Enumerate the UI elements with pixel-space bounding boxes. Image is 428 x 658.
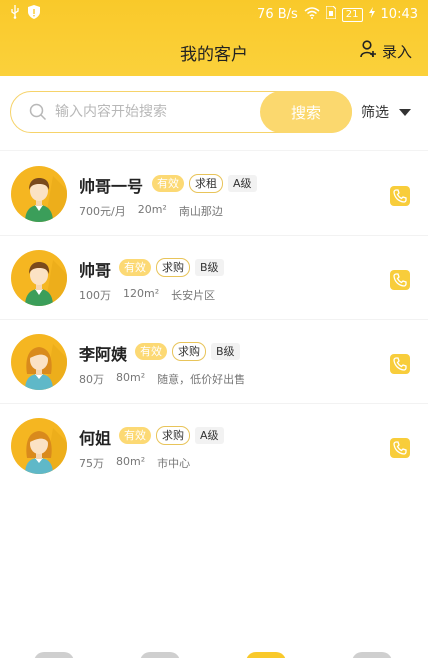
level-badge: A级	[228, 175, 257, 192]
phone-icon[interactable]	[390, 270, 410, 290]
female-avatar-icon	[11, 334, 67, 390]
customer-row[interactable]: 何姐 有效 求购 A级 75万 80m² 市中心	[0, 404, 428, 488]
charging-icon	[368, 7, 375, 22]
area-text: 120m²	[123, 287, 160, 300]
phone-icon[interactable]	[390, 354, 410, 374]
type-badge: 求租	[189, 174, 223, 193]
search-button[interactable]: 搜索	[260, 91, 352, 133]
location-text: 长安片区	[171, 289, 216, 302]
record-label: 录入	[381, 42, 412, 61]
customer-name: 何姐	[79, 429, 112, 448]
divider	[0, 150, 428, 151]
search-bar: 搜索	[10, 91, 352, 133]
record-button[interactable]: 录入	[360, 40, 412, 62]
status-badge: 有效	[119, 427, 151, 444]
level-badge: B级	[195, 259, 224, 276]
nav-tab-1[interactable]	[34, 652, 74, 658]
customer-list: 帅哥一号 有效 求租 A级 700元/月 20m² 南山那边 帅哥 有效 求购 …	[0, 152, 428, 488]
nav-tab-2[interactable]	[140, 652, 180, 658]
status-badge: 有效	[135, 343, 167, 360]
customer-name: 帅哥一号	[79, 177, 144, 196]
customer-name: 李阿姨	[79, 345, 128, 364]
price-text: 100万	[79, 289, 111, 302]
status-badge: 有效	[119, 259, 151, 276]
add-user-icon	[360, 40, 378, 62]
status-badge: 有效	[152, 175, 184, 192]
customer-row[interactable]: 帅哥一号 有效 求租 A级 700元/月 20m² 南山那边	[0, 152, 428, 236]
location-text: 市中心	[157, 457, 191, 470]
bottom-nav	[0, 648, 428, 658]
status-bar: 76 B/s 21 10:43	[0, 0, 428, 28]
battery-indicator: 21	[341, 7, 363, 22]
location-text: 随意，低价好出售	[157, 373, 246, 386]
phone-icon[interactable]	[390, 186, 410, 206]
net-speed: 76 B/s	[257, 7, 298, 22]
price-text: 700元/月	[79, 205, 126, 218]
wifi-icon	[304, 6, 320, 23]
app-header: 76 B/s 21 10:43 我的客户 录入	[0, 0, 428, 76]
sim-icon	[325, 5, 337, 23]
type-badge: 求购	[156, 258, 190, 277]
filter-label: 筛选	[361, 105, 389, 121]
nav-tab-3[interactable]	[246, 652, 286, 658]
shield-icon	[28, 5, 40, 23]
clock-time: 10:43	[380, 7, 418, 22]
male-avatar-icon	[11, 166, 67, 222]
price-text: 80万	[79, 373, 104, 386]
price-text: 75万	[79, 457, 104, 470]
filter-dropdown[interactable]: 筛选	[361, 102, 411, 122]
area-text: 20m²	[137, 203, 167, 216]
customer-row[interactable]: 帅哥 有效 求购 B级 100万 120m² 长安片区	[0, 236, 428, 320]
type-badge: 求购	[172, 342, 206, 361]
customer-name: 帅哥	[79, 261, 112, 280]
customer-row[interactable]: 李阿姨 有效 求购 B级 80万 80m² 随意，低价好出售	[0, 320, 428, 404]
search-input[interactable]	[55, 92, 255, 132]
female-avatar-icon	[11, 418, 67, 474]
nav-tab-4[interactable]	[352, 652, 392, 658]
type-badge: 求购	[156, 426, 190, 445]
area-text: 80m²	[116, 371, 146, 384]
phone-icon[interactable]	[390, 438, 410, 458]
male-avatar-icon	[11, 250, 67, 306]
level-badge: B级	[211, 343, 240, 360]
location-text: 南山那边	[178, 205, 223, 218]
usb-icon	[10, 5, 20, 23]
level-badge: A级	[195, 427, 224, 444]
caret-down-icon	[399, 108, 411, 116]
search-icon	[29, 103, 47, 125]
area-text: 80m²	[116, 455, 146, 468]
